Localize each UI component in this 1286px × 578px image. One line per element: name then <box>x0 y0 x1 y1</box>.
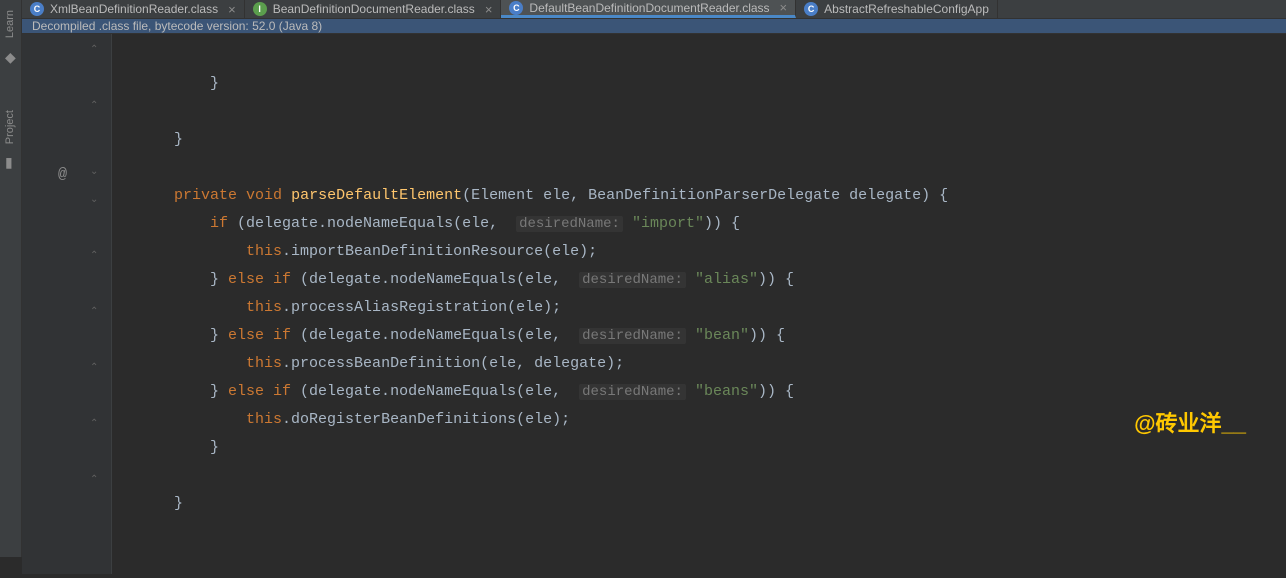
close-icon[interactable]: × <box>780 0 788 15</box>
code-line: } <box>138 439 219 456</box>
editor-main: C XmlBeanDefinitionReader.class × I Bean… <box>22 0 1286 557</box>
tab-label: BeanDefinitionDocumentReader.class <box>273 2 475 16</box>
decompiled-notice-bar: Decompiled .class file, bytecode version… <box>22 19 1286 34</box>
code-line: } else if (delegate.nodeNameEquals(ele, … <box>138 383 794 400</box>
fold-marker-icon[interactable]: ⌃ <box>90 420 100 430</box>
learn-tool-button[interactable]: Learn <box>4 10 16 38</box>
code-line: } <box>138 75 219 92</box>
fold-marker-icon[interactable]: ⌃ <box>90 252 100 262</box>
code-line: } else if (delegate.nodeNameEquals(ele, … <box>138 327 785 344</box>
tab-label: AbstractRefreshableConfigApp <box>824 2 989 16</box>
tab-label: XmlBeanDefinitionReader.class <box>50 2 218 16</box>
decompiled-notice-text: Decompiled .class file, bytecode version… <box>32 19 322 33</box>
tab-abstractrefreshableconfigapp[interactable]: C AbstractRefreshableConfigApp <box>796 0 998 18</box>
code-line: this.processAliasRegistration(ele); <box>138 299 561 316</box>
code-area[interactable]: } } private void parseDefaultElement(Ele… <box>112 34 1286 574</box>
fold-marker-icon[interactable]: ⌃ <box>90 308 100 318</box>
class-icon: C <box>509 1 523 15</box>
code-line: } else if (delegate.nodeNameEquals(ele, … <box>138 271 794 288</box>
fold-marker-icon[interactable]: ⌃ <box>90 476 100 486</box>
watermark: @砖业洋__ <box>1134 410 1246 438</box>
learn-icon[interactable]: ◆ <box>5 50 17 62</box>
class-icon: C <box>30 2 44 16</box>
tab-defaultbeandefinitiondocumentreader[interactable]: C DefaultBeanDefinitionDocumentReader.cl… <box>501 0 796 18</box>
tab-xmlbeandefinitionreader[interactable]: C XmlBeanDefinitionReader.class × <box>22 0 245 18</box>
code-line: } <box>138 131 183 148</box>
tab-label: DefaultBeanDefinitionDocumentReader.clas… <box>529 1 769 15</box>
code-editor[interactable]: ⌃ ⌃ @ ⌄ ⌄ ⌃ ⌃ ⌃ ⌃ ⌃ } } private void par… <box>22 34 1286 574</box>
interface-icon: I <box>253 2 267 16</box>
fold-marker-icon[interactable]: ⌃ <box>90 364 100 374</box>
code-line: if (delegate.nodeNameEquals(ele, desired… <box>138 215 740 232</box>
code-line: this.processBeanDefinition(ele, delegate… <box>138 355 624 372</box>
code-line: this.doRegisterBeanDefinitions(ele); <box>138 411 570 428</box>
tool-window-bar: ◆ Learn ▮ Project <box>0 0 22 557</box>
fold-marker-icon[interactable]: ⌃ <box>90 102 100 112</box>
fold-marker-icon[interactable]: ⌄ <box>90 168 100 178</box>
code-line: } <box>138 495 183 512</box>
gutter: ⌃ ⌃ @ ⌄ ⌄ ⌃ ⌃ ⌃ ⌃ ⌃ <box>22 34 112 574</box>
project-icon[interactable]: ▮ <box>5 155 17 167</box>
tab-beandefinitiondocumentreader[interactable]: I BeanDefinitionDocumentReader.class × <box>245 0 502 18</box>
fold-marker-icon[interactable]: ⌃ <box>90 46 100 56</box>
close-icon[interactable]: × <box>228 2 236 17</box>
fold-marker-icon[interactable]: ⌄ <box>90 196 100 206</box>
editor-tabs-bar: C XmlBeanDefinitionReader.class × I Bean… <box>22 0 1286 19</box>
code-line: this.importBeanDefinitionResource(ele); <box>138 243 597 260</box>
project-tool-button[interactable]: Project <box>4 110 16 144</box>
close-icon[interactable]: × <box>485 2 493 17</box>
class-icon: C <box>804 2 818 16</box>
override-gutter-icon[interactable]: @ <box>58 166 67 183</box>
code-line: private void parseDefaultElement(Element… <box>138 187 948 204</box>
